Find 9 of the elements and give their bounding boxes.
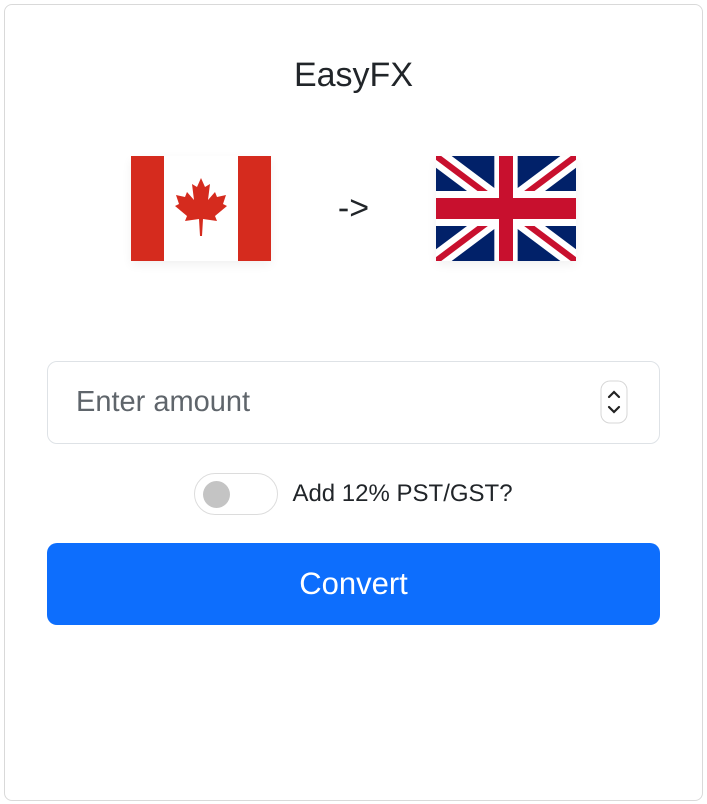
tax-toggle-switch[interactable] <box>194 473 278 515</box>
app-title: EasyFX <box>294 55 414 96</box>
union-jack-flag-icon <box>436 156 576 261</box>
tax-toggle-label: Add 12% PST/GST? <box>292 480 513 508</box>
convert-button[interactable]: Convert <box>47 543 660 625</box>
arrow-text: -> <box>338 189 370 228</box>
amount-input-field[interactable]: Enter amount <box>47 361 660 444</box>
stepper-icon[interactable] <box>600 380 628 424</box>
canada-flag-icon <box>130 156 271 261</box>
